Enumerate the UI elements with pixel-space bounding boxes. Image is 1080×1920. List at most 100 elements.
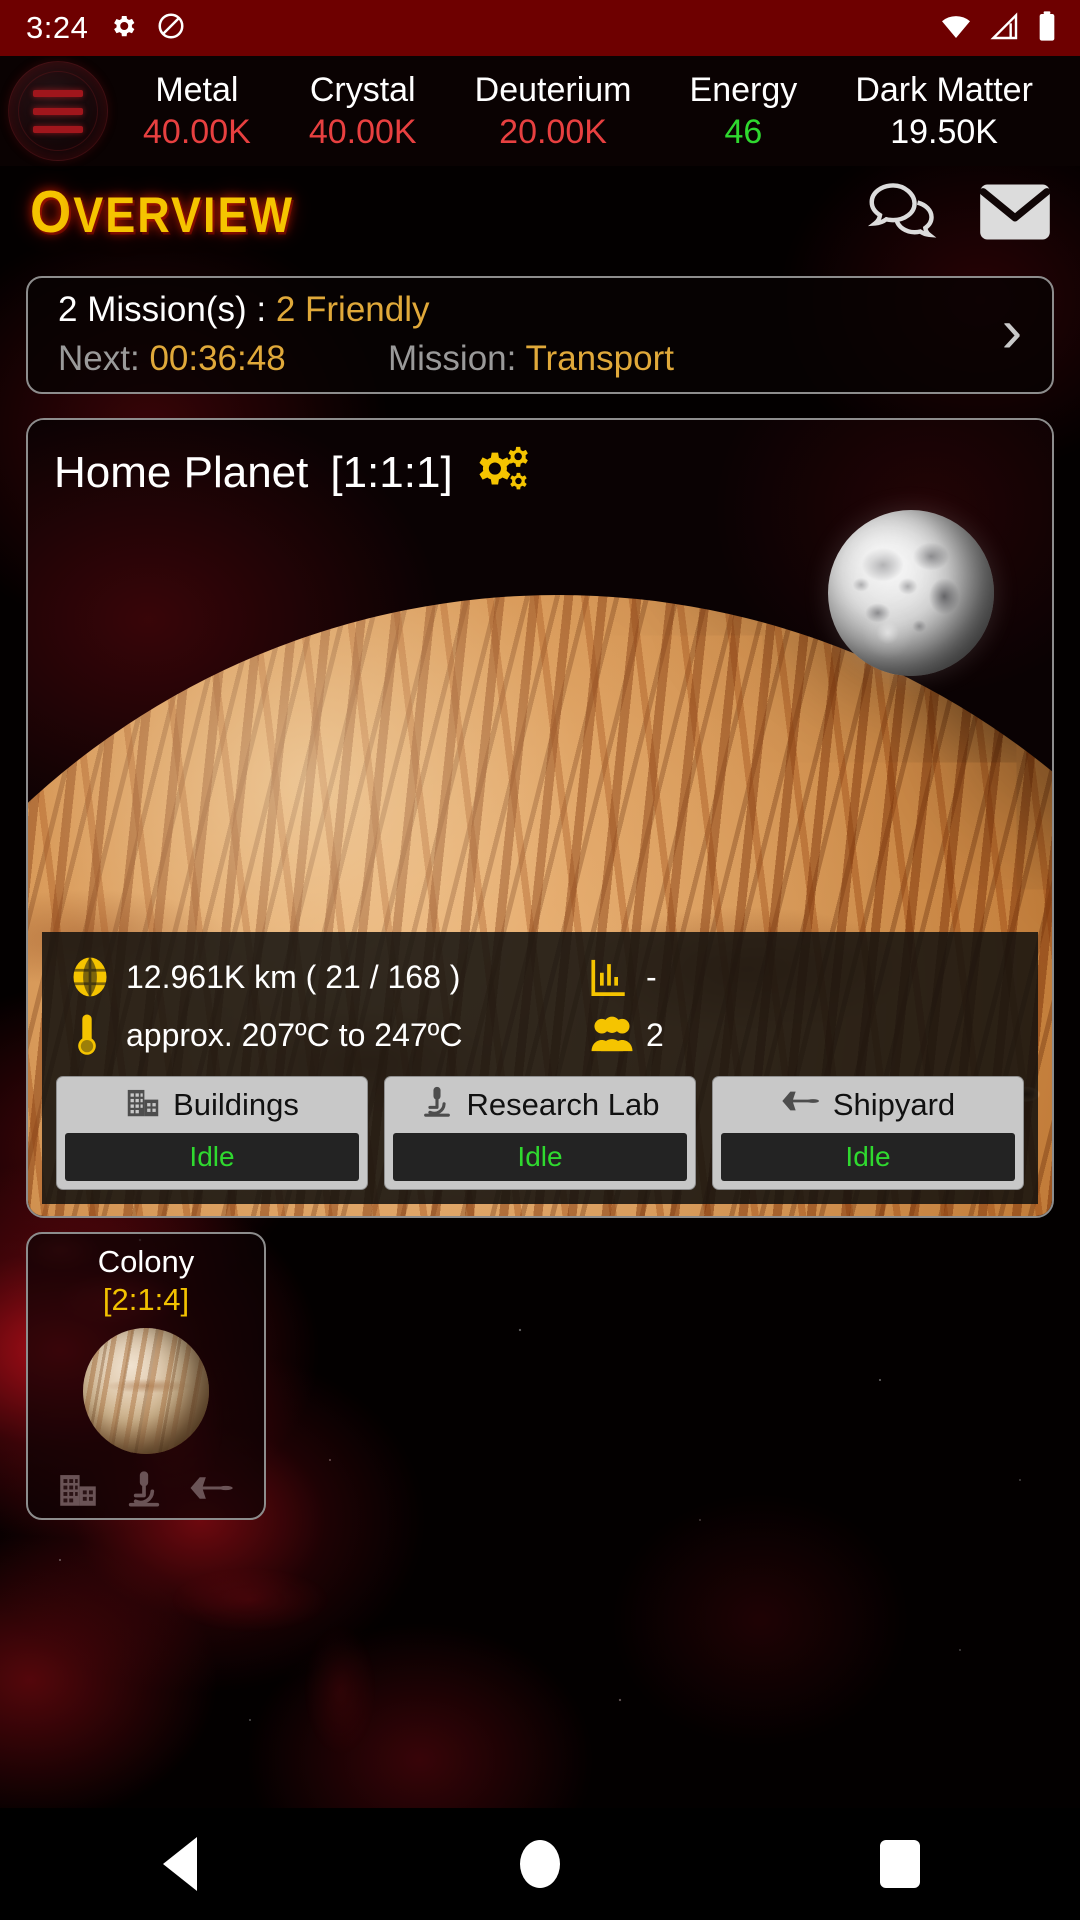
status-bar: 3:24 bbox=[0, 0, 1080, 56]
shuttle-icon bbox=[781, 1086, 821, 1124]
research-lab-button-status: Idle bbox=[393, 1133, 687, 1181]
planet-diameter-value: 12.961K km ( 21 / 168 ) bbox=[126, 958, 461, 995]
page-title: OVERVIEW bbox=[30, 178, 294, 246]
recents-glyph bbox=[880, 1840, 920, 1888]
resource-value: 46 bbox=[724, 113, 763, 151]
mission-type-value: Transport bbox=[525, 339, 674, 378]
resource-value: 40.00K bbox=[143, 113, 251, 151]
colony-card[interactable]: Colony [2:1:4] bbox=[26, 1232, 266, 1520]
shipyard-button-label: Shipyard bbox=[832, 1087, 956, 1122]
planet-population-value: 2 bbox=[646, 1016, 664, 1053]
resource-value: 19.50K bbox=[890, 113, 998, 151]
resource-deuterium[interactable]: Deuterium 20.00K bbox=[475, 71, 632, 151]
mission-detail-row: Next: 00:36:48 Mission: Transport bbox=[58, 337, 982, 382]
mission-panel[interactable]: 2 Mission(s) : 2 Friendly Next: 00:36:48… bbox=[26, 276, 1054, 394]
planet-temperature-cell: approx. 207ºC to 247ºC bbox=[70, 1013, 590, 1057]
status-bar-clock: 3:24 bbox=[26, 10, 89, 45]
colony-icon-row bbox=[57, 1468, 235, 1513]
colony-coordinates: [2:1:4] bbox=[102, 1281, 190, 1317]
mission-text-block: 2 Mission(s) : 2 Friendly Next: 00:36:48… bbox=[58, 288, 982, 382]
population-icon bbox=[590, 1016, 646, 1054]
menu-icon-line bbox=[33, 125, 83, 133]
shuttle-icon[interactable] bbox=[189, 1471, 235, 1510]
research-lab-button-label: Research Lab bbox=[466, 1087, 660, 1122]
colony-name: Colony bbox=[97, 1244, 195, 1279]
mission-next-label: Next: bbox=[58, 339, 140, 378]
mission-count-label: 2 Mission(s) : bbox=[58, 290, 267, 330]
buildings-icon[interactable] bbox=[57, 1468, 99, 1513]
home-planet-coordinates: [1:1:1] bbox=[330, 447, 453, 497]
resource-energy[interactable]: Energy 46 bbox=[690, 71, 798, 151]
page-header: OVERVIEW bbox=[0, 166, 1080, 258]
planet-stat-rows: 12.961K km ( 21 / 168 ) - approx. 207ºC … bbox=[42, 948, 1038, 1064]
mission-friendly-count: 2 Friendly bbox=[275, 290, 430, 330]
back-triangle-icon[interactable] bbox=[120, 1808, 240, 1920]
home-planet-title-row: Home Planet [1:1:1] bbox=[54, 444, 533, 501]
battery-icon bbox=[1036, 10, 1058, 47]
microscope-icon[interactable] bbox=[124, 1468, 164, 1513]
resource-label: Deuterium bbox=[474, 70, 632, 109]
microscope-icon bbox=[420, 1084, 454, 1126]
moon-image[interactable] bbox=[828, 510, 994, 676]
status-bar-system-icons bbox=[940, 10, 1058, 47]
resource-label: Crystal bbox=[309, 70, 416, 109]
planet-stat-row: 12.961K km ( 21 / 168 ) - bbox=[70, 948, 1010, 1006]
home-planet-card[interactable]: Home Planet [1:1:1] 12.961K km (21 / 16… bbox=[26, 418, 1054, 1218]
menu-icon-line bbox=[33, 89, 83, 97]
resource-metal[interactable]: Metal 40.00K bbox=[143, 71, 251, 151]
home-glyph bbox=[520, 1840, 560, 1888]
envelope-icon[interactable] bbox=[978, 183, 1052, 241]
chat-bubbles-icon[interactable] bbox=[866, 181, 938, 243]
thermometer-icon bbox=[70, 1013, 126, 1057]
do-not-disturb-icon bbox=[156, 11, 186, 46]
planet-info-strip: 12.961K km ( 21 / 168 ) - approx. 207ºC … bbox=[42, 932, 1038, 1204]
planet-stat-row: approx. 207ºC to 247ºC 2 bbox=[70, 1006, 1010, 1064]
app-root: 3:24 Metal 40.00K Crystal 40.00K Deuteri… bbox=[0, 0, 1080, 1920]
chevron-right-icon[interactable]: › bbox=[982, 301, 1042, 369]
gas-giant-image bbox=[83, 1327, 209, 1454]
resource-label: Energy bbox=[689, 70, 798, 109]
shipyard-button[interactable]: Shipyard Idle bbox=[712, 1076, 1024, 1190]
globe-icon bbox=[70, 956, 126, 998]
home-circle-icon[interactable] bbox=[480, 1808, 600, 1920]
bar-chart-icon bbox=[590, 957, 646, 997]
shipyard-button-header: Shipyard bbox=[713, 1077, 1023, 1133]
resource-dark-matter[interactable]: Dark Matter 19.50K bbox=[855, 71, 1033, 151]
cell-signal-icon bbox=[988, 10, 1020, 47]
menu-button[interactable] bbox=[8, 61, 108, 161]
mission-summary-row: 2 Mission(s) : 2 Friendly bbox=[58, 288, 982, 333]
mission-type-group: Mission: Transport bbox=[388, 337, 674, 382]
android-nav-bar bbox=[0, 1808, 1080, 1920]
mission-next-timer: 00:36:48 bbox=[149, 339, 286, 378]
gears-icon[interactable] bbox=[475, 444, 533, 501]
planet-size-cell: 12.961K km ( 21 / 168 ) bbox=[70, 956, 590, 998]
shipyard-button-status: Idle bbox=[721, 1133, 1015, 1181]
status-bar-notification-icons bbox=[108, 11, 186, 46]
buildings-button-header: Buildings bbox=[57, 1077, 367, 1133]
recents-square-icon[interactable] bbox=[840, 1808, 960, 1920]
resource-crystal[interactable]: Crystal 40.00K bbox=[309, 71, 417, 151]
mission-type-label: Mission: bbox=[388, 339, 517, 378]
research-lab-button-header: Research Lab bbox=[385, 1077, 695, 1133]
buildings-button[interactable]: Buildings Idle bbox=[56, 1076, 368, 1190]
planet-action-buttons: Buildings Idle Research Lab Idle Shipyar… bbox=[42, 1064, 1038, 1190]
resource-label: Dark Matter bbox=[855, 70, 1033, 109]
planet-activity-value: - bbox=[646, 958, 657, 995]
resource-value: 40.00K bbox=[308, 113, 417, 151]
resource-label: Metal bbox=[155, 70, 239, 109]
buildings-button-status: Idle bbox=[65, 1133, 359, 1181]
wifi-icon bbox=[940, 10, 972, 47]
planet-activity-cell: - bbox=[590, 957, 1010, 997]
header-actions bbox=[866, 181, 1052, 243]
resource-bar: Metal 40.00K Crystal 40.00K Deuterium 20… bbox=[0, 56, 1080, 166]
menu-icon-line bbox=[33, 107, 83, 115]
resource-value: 20.00K bbox=[499, 113, 607, 151]
planet-temperature-value: approx. 207ºC to 247ºC bbox=[126, 1016, 463, 1053]
resource-list: Metal 40.00K Crystal 40.00K Deuterium 20… bbox=[108, 71, 1062, 151]
mission-next-group: Next: 00:36:48 bbox=[58, 337, 388, 382]
home-planet-name: Home Planet bbox=[54, 447, 309, 497]
gear-icon bbox=[108, 11, 138, 46]
planet-population-cell: 2 bbox=[590, 1016, 1010, 1054]
buildings-icon bbox=[125, 1084, 161, 1126]
research-lab-button[interactable]: Research Lab Idle bbox=[384, 1076, 696, 1190]
